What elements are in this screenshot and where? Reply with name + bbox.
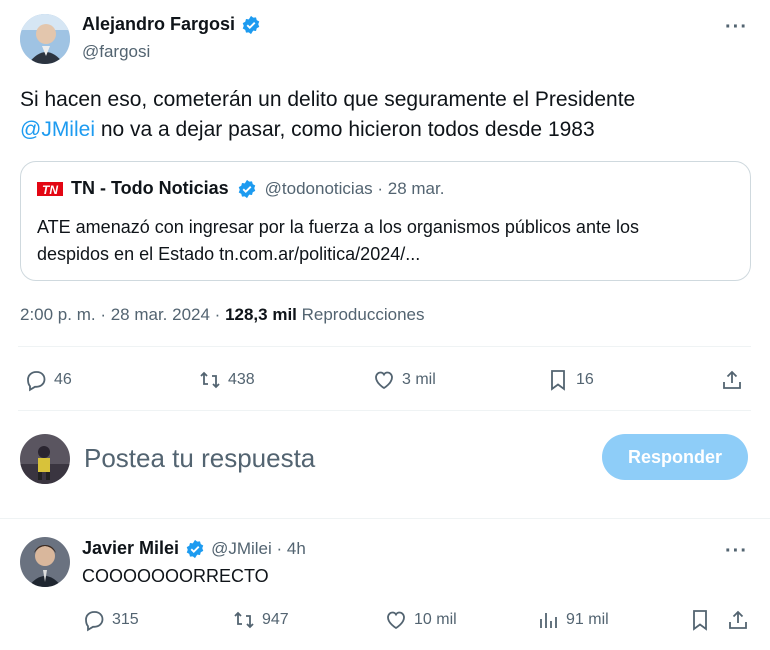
like-count: 3 mil	[402, 371, 436, 388]
current-user-avatar	[20, 434, 70, 484]
reply-input[interactable]: Postea tu respuesta	[84, 443, 315, 474]
divider	[18, 346, 751, 347]
reply-share-action[interactable]	[726, 608, 750, 632]
reply-like-action[interactable]: 10 mil	[384, 608, 457, 632]
reply-count: 46	[54, 371, 72, 388]
views-label: Reproducciones	[301, 305, 425, 324]
divider	[18, 410, 751, 411]
tweet-text-part2: no va a dejar pasar, como hicieron todos…	[95, 118, 595, 141]
verified-badge-icon	[242, 15, 260, 34]
retweet-count: 438	[228, 371, 255, 388]
reply-author-avatar-image	[20, 537, 70, 587]
svg-text:TN: TN	[42, 183, 58, 197]
reply-views-count: 91 mil	[566, 611, 609, 628]
quoted-author-handle-date: @todonoticias · 28 mar.	[264, 178, 445, 198]
tweet-text-part1: Si hacen eso, cometerán un delito que se…	[20, 88, 636, 111]
reply-button[interactable]: Responder	[602, 434, 748, 480]
share-action[interactable]	[720, 368, 744, 392]
reply-action[interactable]: 46	[24, 368, 72, 392]
reply-retweet-count: 947	[262, 611, 289, 628]
author-name[interactable]: Alejandro Fargosi	[82, 14, 235, 35]
author-avatar[interactable]	[20, 14, 70, 64]
more-options-icon[interactable]: ···	[725, 16, 748, 39]
share-icon	[729, 610, 747, 629]
reply-author-name[interactable]: Javier Milei	[82, 538, 179, 559]
quoted-text-line2: despidos en el Estado tn.com.ar/politica…	[37, 244, 421, 264]
retweet-icon	[234, 611, 254, 629]
share-icon	[723, 370, 741, 389]
analytics-icon	[540, 613, 557, 628]
verified-badge-icon	[186, 539, 204, 558]
bookmark-icon	[551, 370, 565, 391]
author-avatar-image	[20, 14, 70, 64]
tweet-meta: 2:00 p. m. · 28 mar. 2024 · 128,3 mil Re…	[20, 305, 424, 325]
reply-bookmark-action[interactable]	[688, 608, 712, 632]
mention-link[interactable]: @JMilei	[20, 118, 95, 141]
verified-badge-icon	[238, 179, 255, 198]
quoted-author-name: TN - Todo Noticias	[71, 178, 229, 198]
bookmark-action[interactable]: 16	[546, 368, 594, 392]
reply-reply-action[interactable]: 315	[82, 608, 139, 632]
divider	[0, 518, 770, 519]
quoted-tweet-text: ATE amenazó con ingresar por la fuerza a…	[37, 214, 639, 268]
retweet-action[interactable]: 438	[198, 368, 255, 392]
retweet-icon	[200, 371, 220, 389]
reply-reply-count: 315	[112, 611, 139, 628]
reply-more-options-icon[interactable]: ···	[725, 540, 748, 563]
current-user-avatar-image	[20, 434, 70, 484]
reply-retweet-action[interactable]: 947	[232, 608, 289, 632]
heart-icon	[375, 371, 393, 390]
tweet-timestamp[interactable]: 2:00 p. m. · 28 mar. 2024 ·	[20, 305, 220, 324]
bookmark-count: 16	[576, 371, 594, 388]
views-count: 128,3 mil	[225, 305, 297, 324]
reply-icon	[85, 611, 104, 632]
quoted-tweet-card[interactable]: TN TN - Todo Noticias @todonoticias · 28…	[20, 161, 751, 281]
reply-views-action[interactable]: 91 mil	[536, 608, 609, 632]
reply-icon	[27, 371, 46, 392]
quoted-text-line1: ATE amenazó con ingresar por la fuerza a…	[37, 217, 639, 237]
heart-icon	[387, 611, 405, 630]
reply-text: COOOOOOORRECTO	[82, 566, 269, 586]
reply-like-count: 10 mil	[414, 611, 457, 628]
author-handle[interactable]: @fargosi	[82, 42, 150, 62]
bookmark-icon	[693, 610, 707, 631]
reply-author-avatar[interactable]	[20, 537, 70, 587]
tweet-text: Si hacen eso, cometerán un delito que se…	[20, 85, 740, 145]
reply-author-handle-time[interactable]: @JMilei · 4h	[211, 539, 306, 559]
tn-logo-icon: TN	[37, 179, 63, 199]
like-action[interactable]: 3 mil	[372, 368, 436, 392]
